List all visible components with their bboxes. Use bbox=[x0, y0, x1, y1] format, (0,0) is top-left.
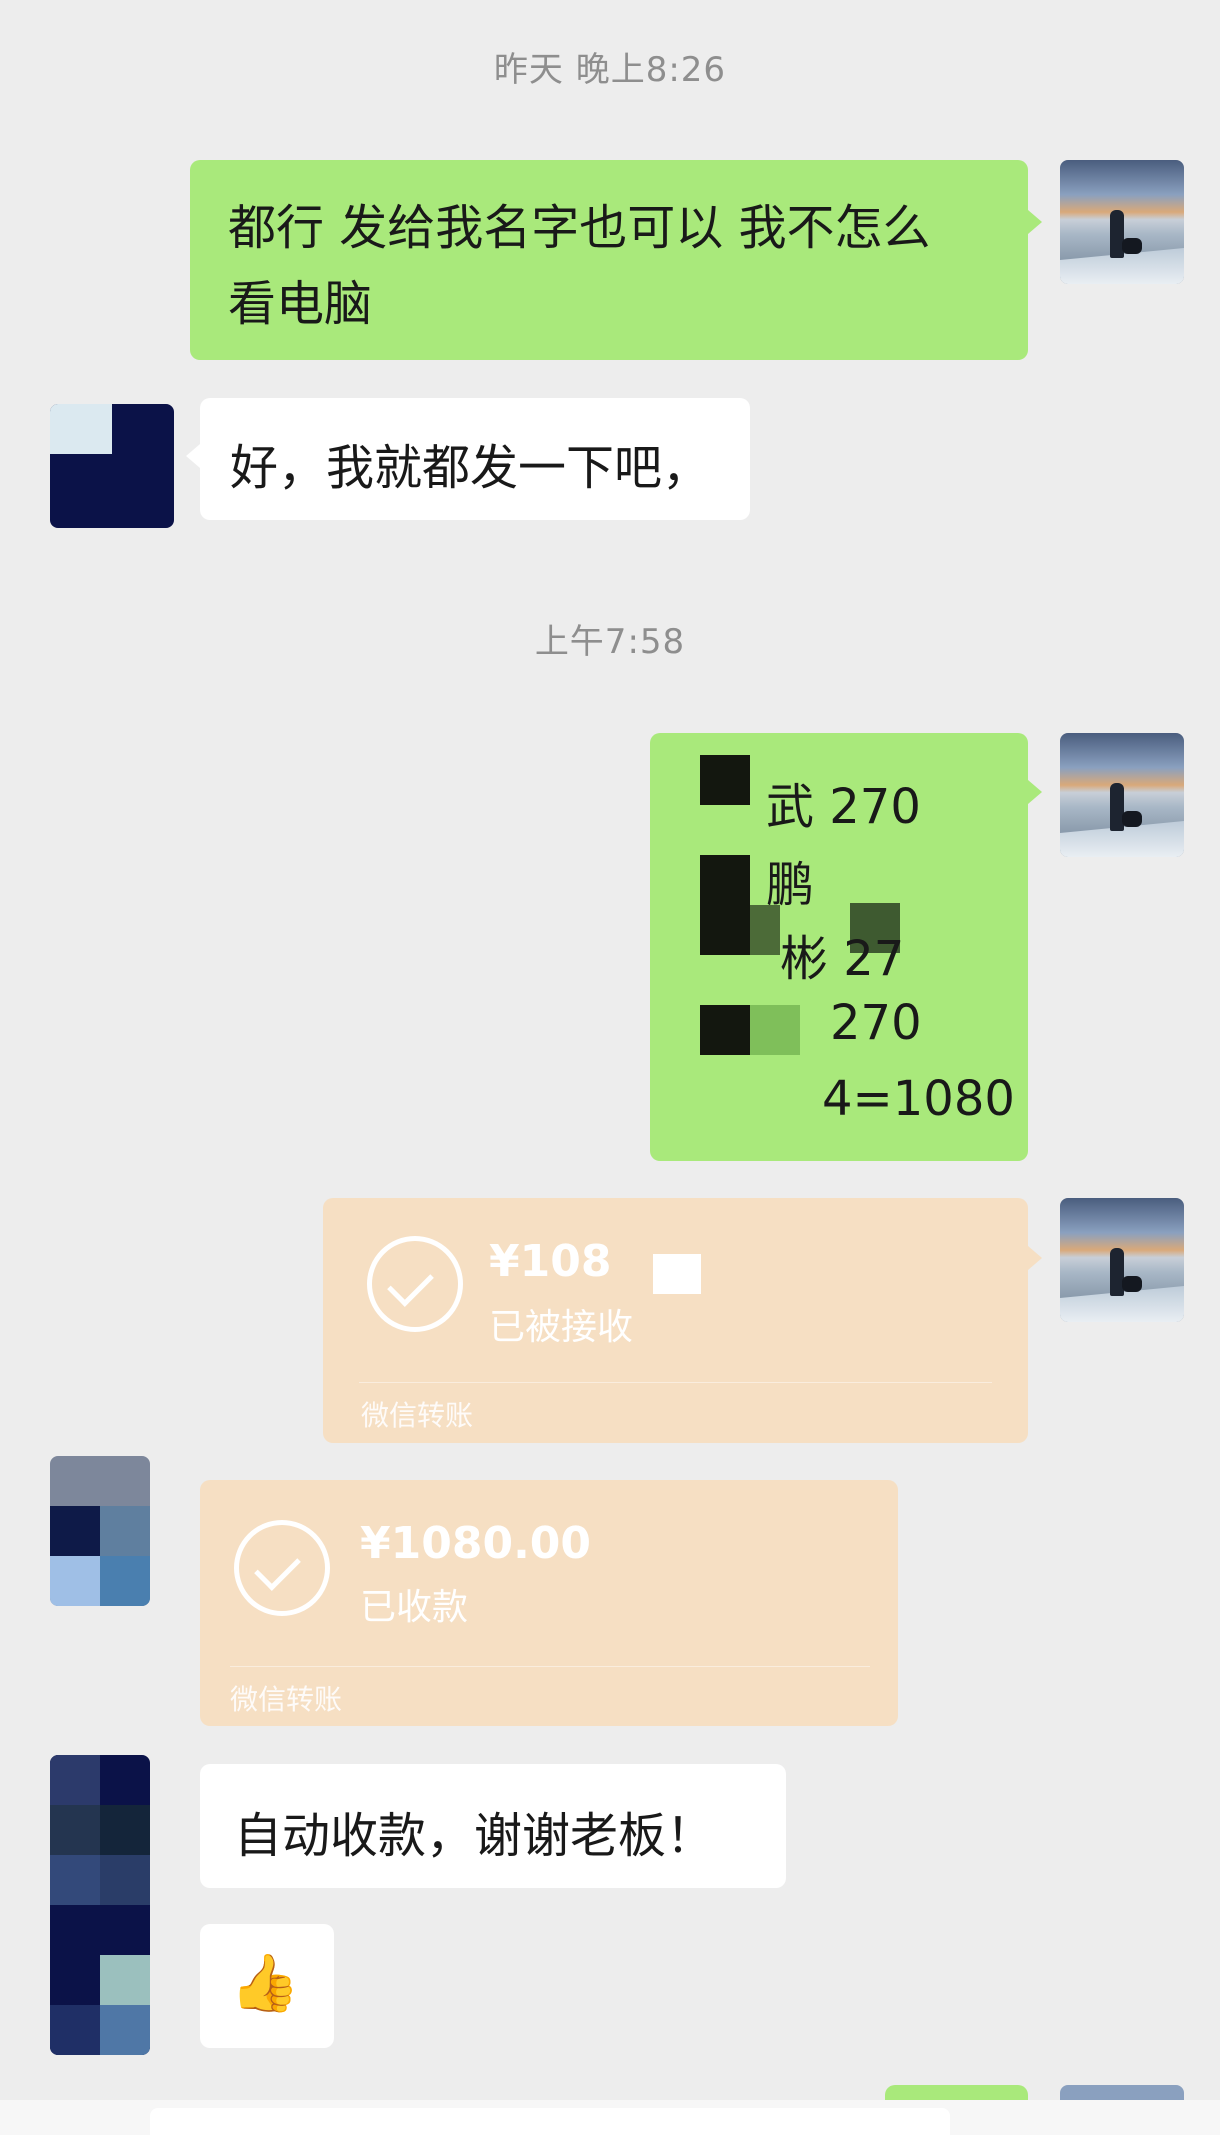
transfer-card-received[interactable]: ¥1080.00 已收款 微信转账 bbox=[200, 1480, 898, 1726]
avatar-self[interactable] bbox=[1060, 733, 1184, 857]
avatar-dog bbox=[1122, 1276, 1142, 1292]
timestamp-yesterday: 昨天 晚上8:26 bbox=[493, 50, 727, 90]
transfer-status: 已被接收 bbox=[489, 1307, 634, 1348]
redaction-block bbox=[653, 1254, 701, 1294]
received-message-bubble[interactable]: 自动收款，谢谢老板！ bbox=[200, 1764, 786, 1888]
received-emoji-bubble[interactable]: 👍 bbox=[200, 1924, 334, 2048]
thumbs-up-emoji: 👍 bbox=[230, 1951, 300, 2016]
avatar-self[interactable] bbox=[1060, 1198, 1184, 1322]
transfer-status: 已收款 bbox=[360, 1587, 469, 1628]
avatar-pixel bbox=[100, 2005, 150, 2055]
avatar-pixel bbox=[50, 1755, 100, 1805]
message-input-field[interactable] bbox=[150, 2108, 950, 2135]
avatar-pixel bbox=[50, 1805, 100, 1855]
avatar-dog bbox=[1122, 238, 1142, 254]
transfer-divider bbox=[230, 1666, 870, 1667]
sent-message-bubble[interactable]: 都行 发给我名字也可以 我不怎么 看电脑 bbox=[190, 160, 1028, 360]
list-line-4: 270 bbox=[830, 995, 922, 1051]
avatar-pixel bbox=[100, 1556, 150, 1606]
redaction-block bbox=[700, 1005, 750, 1055]
transfer-label: 微信转账 bbox=[361, 1399, 474, 1432]
message-text-line2: 看电脑 bbox=[228, 276, 373, 332]
avatar-contact-1[interactable] bbox=[50, 404, 174, 528]
transfer-card-sent[interactable]: ¥108 已被接收 微信转账 bbox=[323, 1198, 1028, 1443]
received-message-bubble[interactable]: 好，我就都发一下吧， bbox=[200, 398, 750, 520]
redaction-block bbox=[750, 905, 780, 955]
avatar-contact-3[interactable] bbox=[50, 1755, 150, 2055]
avatar-self[interactable] bbox=[1060, 160, 1184, 284]
avatar-contact-2[interactable] bbox=[50, 1456, 150, 1606]
redaction-block bbox=[700, 855, 750, 955]
bubble-tail bbox=[1028, 780, 1042, 804]
redaction-block bbox=[700, 755, 750, 805]
check-circle-icon bbox=[234, 1520, 330, 1616]
message-text-line1: 都行 发给我名字也可以 我不怎么 bbox=[228, 200, 931, 256]
avatar-pixel bbox=[50, 1506, 100, 1556]
avatar-pixel bbox=[50, 1855, 100, 1905]
bubble-tail bbox=[186, 444, 200, 468]
message-text: 好，我就都发一下吧， bbox=[230, 440, 711, 496]
bubble-tail bbox=[1028, 210, 1042, 234]
transfer-divider bbox=[359, 1382, 992, 1383]
list-line-1: 武 270 bbox=[766, 779, 921, 835]
avatar-pixel bbox=[100, 1855, 150, 1905]
list-line-5: 4=1080 bbox=[822, 1071, 1015, 1127]
avatar-pixel bbox=[50, 404, 112, 454]
avatar-pixel bbox=[100, 1805, 150, 1855]
transfer-label: 微信转账 bbox=[230, 1683, 343, 1716]
input-bar bbox=[0, 2100, 1220, 2135]
message-text: 自动收款，谢谢老板！ bbox=[234, 1808, 715, 1864]
timestamp-morning: 上午7:58 bbox=[534, 622, 686, 662]
avatar-pixel bbox=[50, 2005, 100, 2055]
avatar-pixel bbox=[50, 1556, 100, 1606]
list-line-3: 彬 27 bbox=[780, 931, 905, 987]
sent-list-bubble[interactable]: 武 270 鹏 彬 27 270 4=1080 bbox=[650, 733, 1028, 1161]
transfer-amount: ¥1080.00 bbox=[360, 1518, 592, 1569]
check-circle-icon bbox=[367, 1236, 463, 1332]
transfer-amount: ¥108 bbox=[489, 1236, 612, 1287]
avatar-dog bbox=[1122, 811, 1142, 827]
avatar-pixel bbox=[100, 1955, 150, 2005]
avatar-pixel bbox=[100, 1506, 150, 1556]
redaction-block bbox=[750, 1005, 800, 1055]
bubble-tail bbox=[1028, 1246, 1042, 1270]
